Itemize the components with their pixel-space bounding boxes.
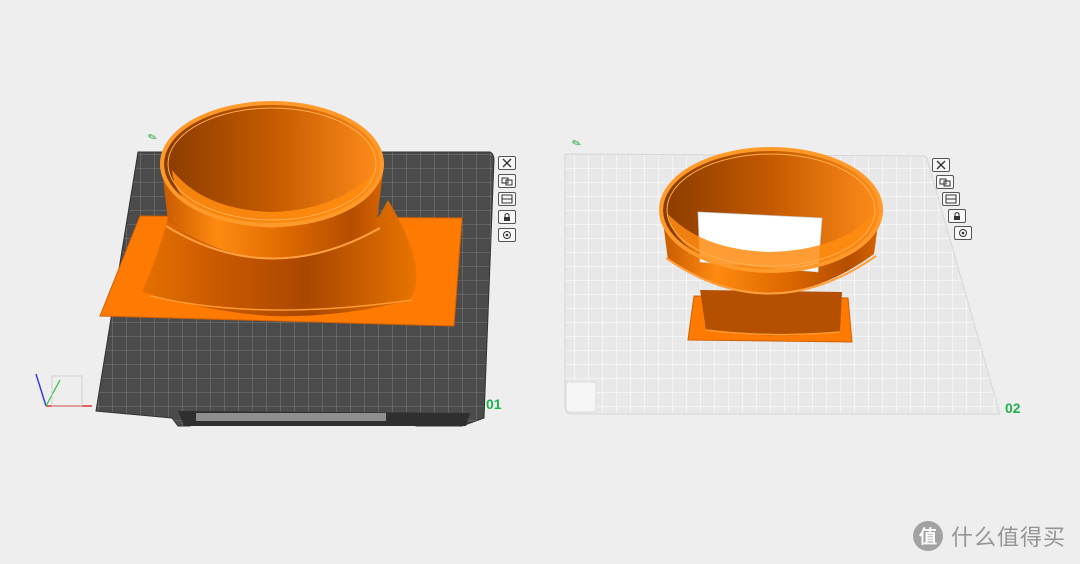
close-icon[interactable]	[932, 158, 950, 172]
settings-icon[interactable]	[954, 226, 972, 240]
settings-icon[interactable]	[498, 228, 516, 242]
plate-01-toolbar	[498, 156, 516, 242]
arrange-icon[interactable]	[936, 175, 954, 189]
watermark-logo: 值	[912, 521, 943, 551]
plate-number-label: 01	[486, 396, 502, 412]
arrange-icon[interactable]	[498, 174, 516, 188]
plate-number-label: 02	[1005, 400, 1021, 416]
slicer-workspace: ✎ ✎ 01 02 值 什么值得买	[0, 0, 1080, 564]
lock-icon[interactable]	[948, 209, 966, 223]
lock-icon[interactable]	[498, 210, 516, 224]
axis-gizmo	[35, 373, 92, 407]
watermark-text: 什么值得买	[950, 526, 1066, 551]
model-adapter-02[interactable]	[659, 147, 883, 343]
3d-viewport[interactable]	[0, 0, 1080, 564]
orient-icon[interactable]	[498, 192, 516, 206]
close-icon[interactable]	[498, 156, 516, 170]
watermark: 值 什么值得买	[912, 520, 1066, 552]
plate-02-toolbar	[932, 158, 972, 240]
orient-icon[interactable]	[942, 192, 960, 206]
